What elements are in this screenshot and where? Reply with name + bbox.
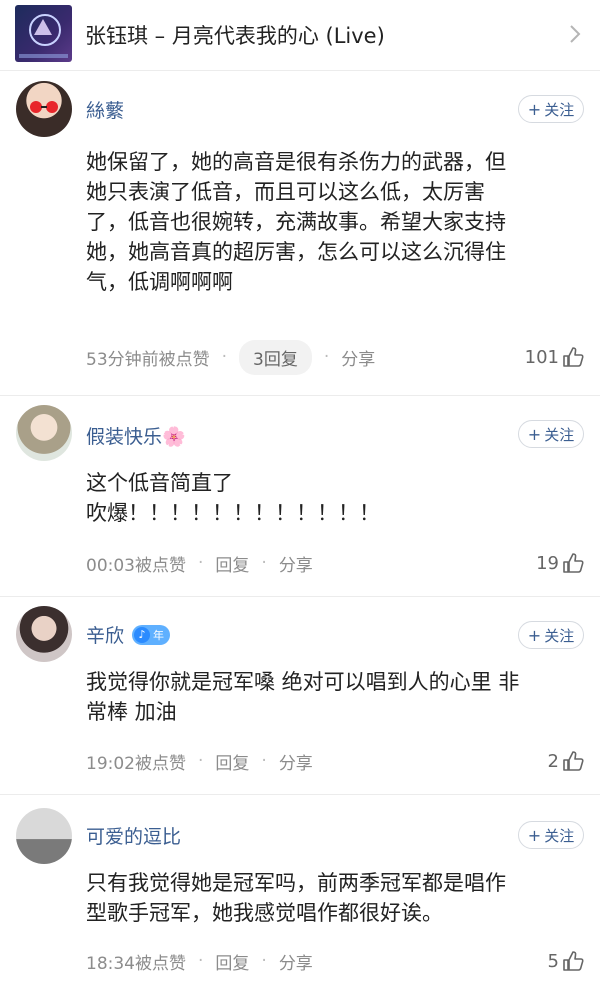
like-button[interactable]: 101	[525, 346, 584, 368]
comment-item: 辛欣 ♪ 年 + 关注 我觉得你就是冠军嗓 绝对可以唱到人的心里 非 常棒 加油 1…	[0, 597, 600, 795]
username[interactable]: 假装快乐🌸	[86, 422, 186, 449]
username[interactable]: 辛欣 ♪ 年	[86, 621, 171, 648]
avatar[interactable]	[16, 81, 72, 137]
share-button[interactable]: 分享	[279, 949, 313, 974]
comment-item: 絲蘩 + 关注 她保留了，她的高音是很有杀伤力的武器，但 她只表演了低音，而且可以…	[0, 71, 600, 396]
like-count: 2	[547, 750, 559, 772]
like-time: 00:03被点赞	[86, 555, 186, 576]
share-button[interactable]: 分享	[279, 749, 313, 774]
reply-button[interactable]: 回复	[215, 749, 249, 774]
follow-button[interactable]: + 关注	[518, 821, 584, 849]
chevron-right-icon[interactable]	[565, 24, 585, 44]
like-button[interactable]: 2	[548, 750, 584, 772]
like-time: 53分钟前被点赞	[86, 349, 210, 370]
username[interactable]: 可爱的逗比	[86, 822, 181, 849]
thumbs-up-icon	[563, 751, 584, 771]
share-button[interactable]: 分享	[341, 345, 375, 370]
comment-text: 这个低音简直了 吹爆！！！！！！！！！！！！	[86, 471, 380, 525]
avatar[interactable]	[16, 405, 72, 461]
follow-button[interactable]: + 关注	[518, 621, 584, 649]
share-button[interactable]: 分享	[279, 551, 313, 576]
song-title: 张钰琪 – 月亮代表我的心 (Live)	[85, 24, 385, 48]
like-count: 101	[524, 346, 559, 368]
like-button[interactable]: 5	[548, 950, 584, 972]
username[interactable]: 絲蘩	[86, 96, 124, 123]
comment-text: 我觉得你就是冠军嗓 绝对可以唱到人的心里 非 常棒 加油	[86, 670, 520, 724]
like-time: 19:02被点赞	[86, 753, 186, 774]
thumbs-up-icon	[563, 951, 584, 971]
song-cover-image	[15, 5, 72, 62]
follow-button[interactable]: + 关注	[518, 95, 584, 123]
like-count: 19	[536, 552, 559, 574]
avatar[interactable]	[16, 808, 72, 864]
like-time: 18:34被点赞	[86, 953, 186, 974]
reply-button[interactable]: 回复	[215, 551, 249, 576]
comment-text: 只有我觉得她是冠军吗，前两季冠军都是唱作 型歌手冠军，她我感觉唱作都很好诶。	[86, 871, 506, 925]
follow-button[interactable]: + 关注	[518, 420, 584, 448]
song-header[interactable]: 张钰琪 – 月亮代表我的心 (Live)	[0, 0, 600, 71]
comment-text: 她保留了，她的高音是很有杀伤力的武器，但 她只表演了低音，而且可以这么低，太厉害…	[86, 150, 506, 294]
thumbs-up-icon	[563, 553, 584, 573]
avatar[interactable]	[16, 606, 72, 662]
comment-item: 假装快乐🌸 + 关注 这个低音简直了 吹爆！！！！！！！！！！！！ 00:03被点…	[0, 396, 600, 597]
reply-button[interactable]: 回复	[215, 949, 249, 974]
music-note-icon: ♪	[134, 626, 151, 643]
comment-item: 可爱的逗比 + 关注 只有我觉得她是冠军吗，前两季冠军都是唱作 型歌手冠军，她我感…	[0, 795, 600, 993]
reply-button[interactable]: 3回复	[239, 339, 312, 375]
like-button[interactable]: 19	[536, 552, 584, 574]
member-badge: ♪ 年	[132, 624, 171, 645]
thumbs-up-icon	[563, 347, 584, 367]
like-count: 5	[547, 950, 559, 972]
